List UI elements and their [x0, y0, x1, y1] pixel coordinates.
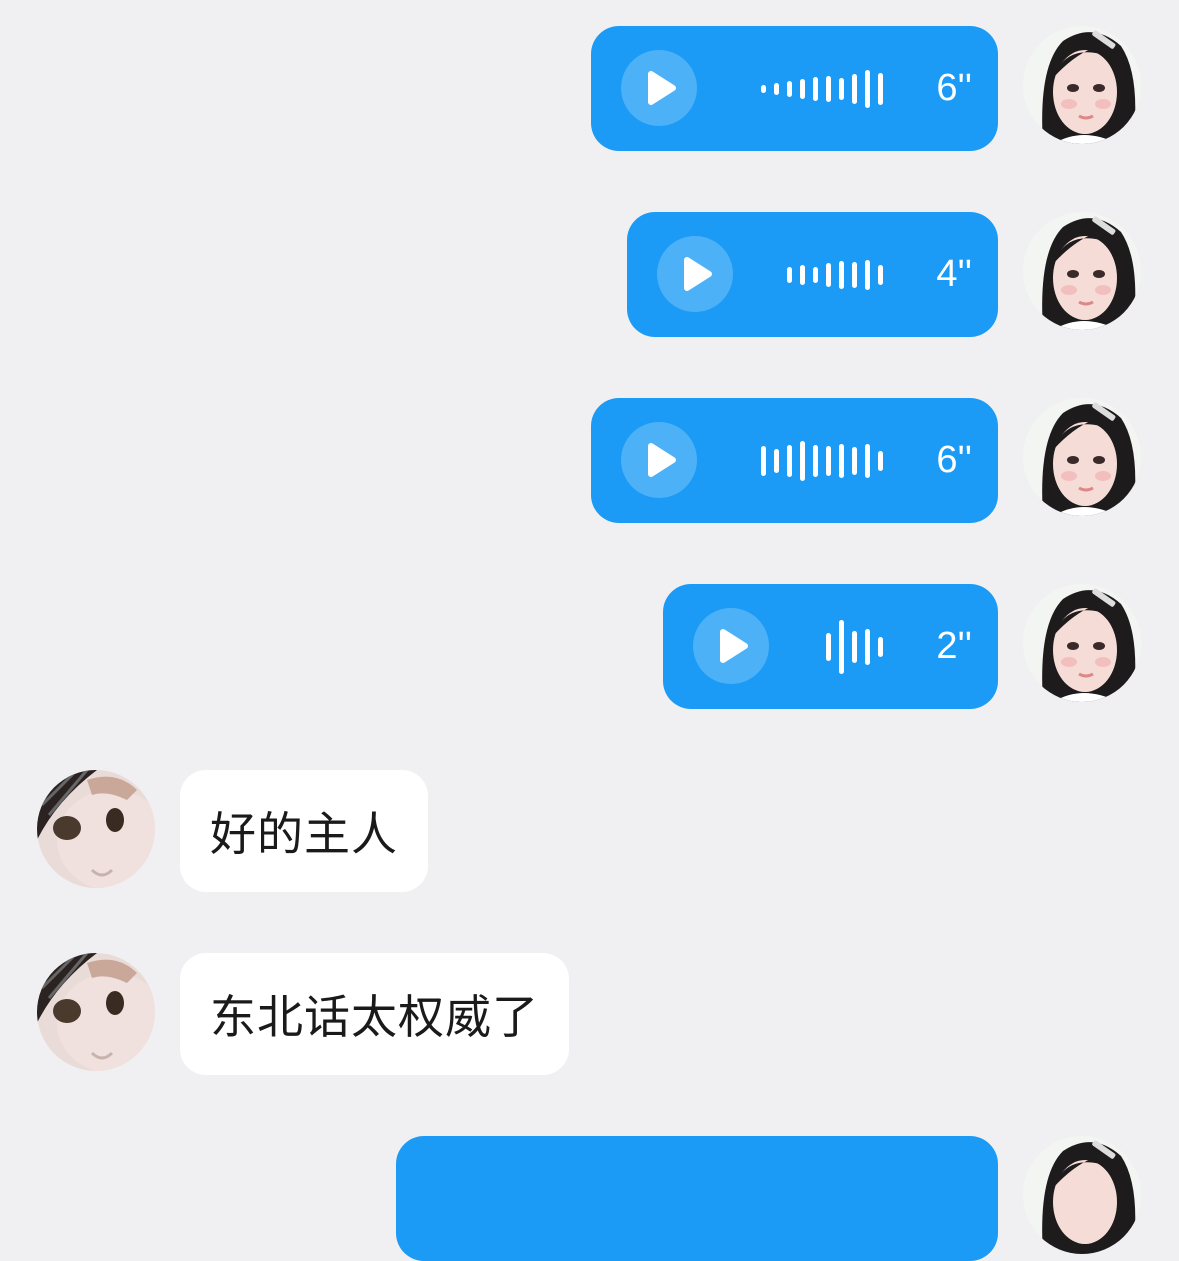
message-text: 好的主人	[210, 807, 398, 861]
message-row: 6''	[0, 26, 1179, 151]
chat-thread[interactable]: 6'' 4'' 6'' 2'' 好的主人 东北话太权威了	[0, 0, 1179, 1261]
message-row: 6''	[0, 398, 1179, 523]
voice-duration: 6''	[936, 67, 972, 109]
play-icon[interactable]	[693, 608, 769, 684]
play-icon[interactable]	[621, 422, 697, 498]
voice-message-bubble[interactable]	[396, 1136, 998, 1261]
contact-avatar[interactable]	[37, 953, 155, 1071]
voice-duration: 4''	[936, 253, 972, 295]
my-avatar[interactable]	[1023, 1136, 1141, 1254]
message-text: 东北话太权威了	[210, 990, 539, 1044]
my-avatar[interactable]	[1023, 26, 1141, 144]
contact-avatar[interactable]	[37, 770, 155, 888]
message-row: 东北话太权威了	[0, 953, 1179, 1075]
voice-duration: 6''	[936, 439, 972, 481]
message-row: 2''	[0, 584, 1179, 709]
voice-message-bubble[interactable]: 2''	[663, 584, 998, 709]
waveform-icon	[761, 26, 883, 151]
voice-duration: 2''	[936, 625, 972, 667]
message-row: 好的主人	[0, 770, 1179, 892]
waveform-icon	[761, 398, 883, 523]
my-avatar[interactable]	[1023, 584, 1141, 702]
waveform-icon	[787, 212, 883, 337]
voice-message-bubble[interactable]: 4''	[627, 212, 998, 337]
message-row	[0, 1136, 1179, 1261]
my-avatar[interactable]	[1023, 398, 1141, 516]
play-icon[interactable]	[657, 236, 733, 312]
waveform-icon	[826, 584, 883, 709]
voice-message-bubble[interactable]: 6''	[591, 398, 998, 523]
text-message-bubble[interactable]: 好的主人	[180, 770, 428, 892]
text-message-bubble[interactable]: 东北话太权威了	[180, 953, 569, 1075]
play-icon[interactable]	[621, 50, 697, 126]
message-row: 4''	[0, 212, 1179, 337]
my-avatar[interactable]	[1023, 212, 1141, 330]
voice-message-bubble[interactable]: 6''	[591, 26, 998, 151]
